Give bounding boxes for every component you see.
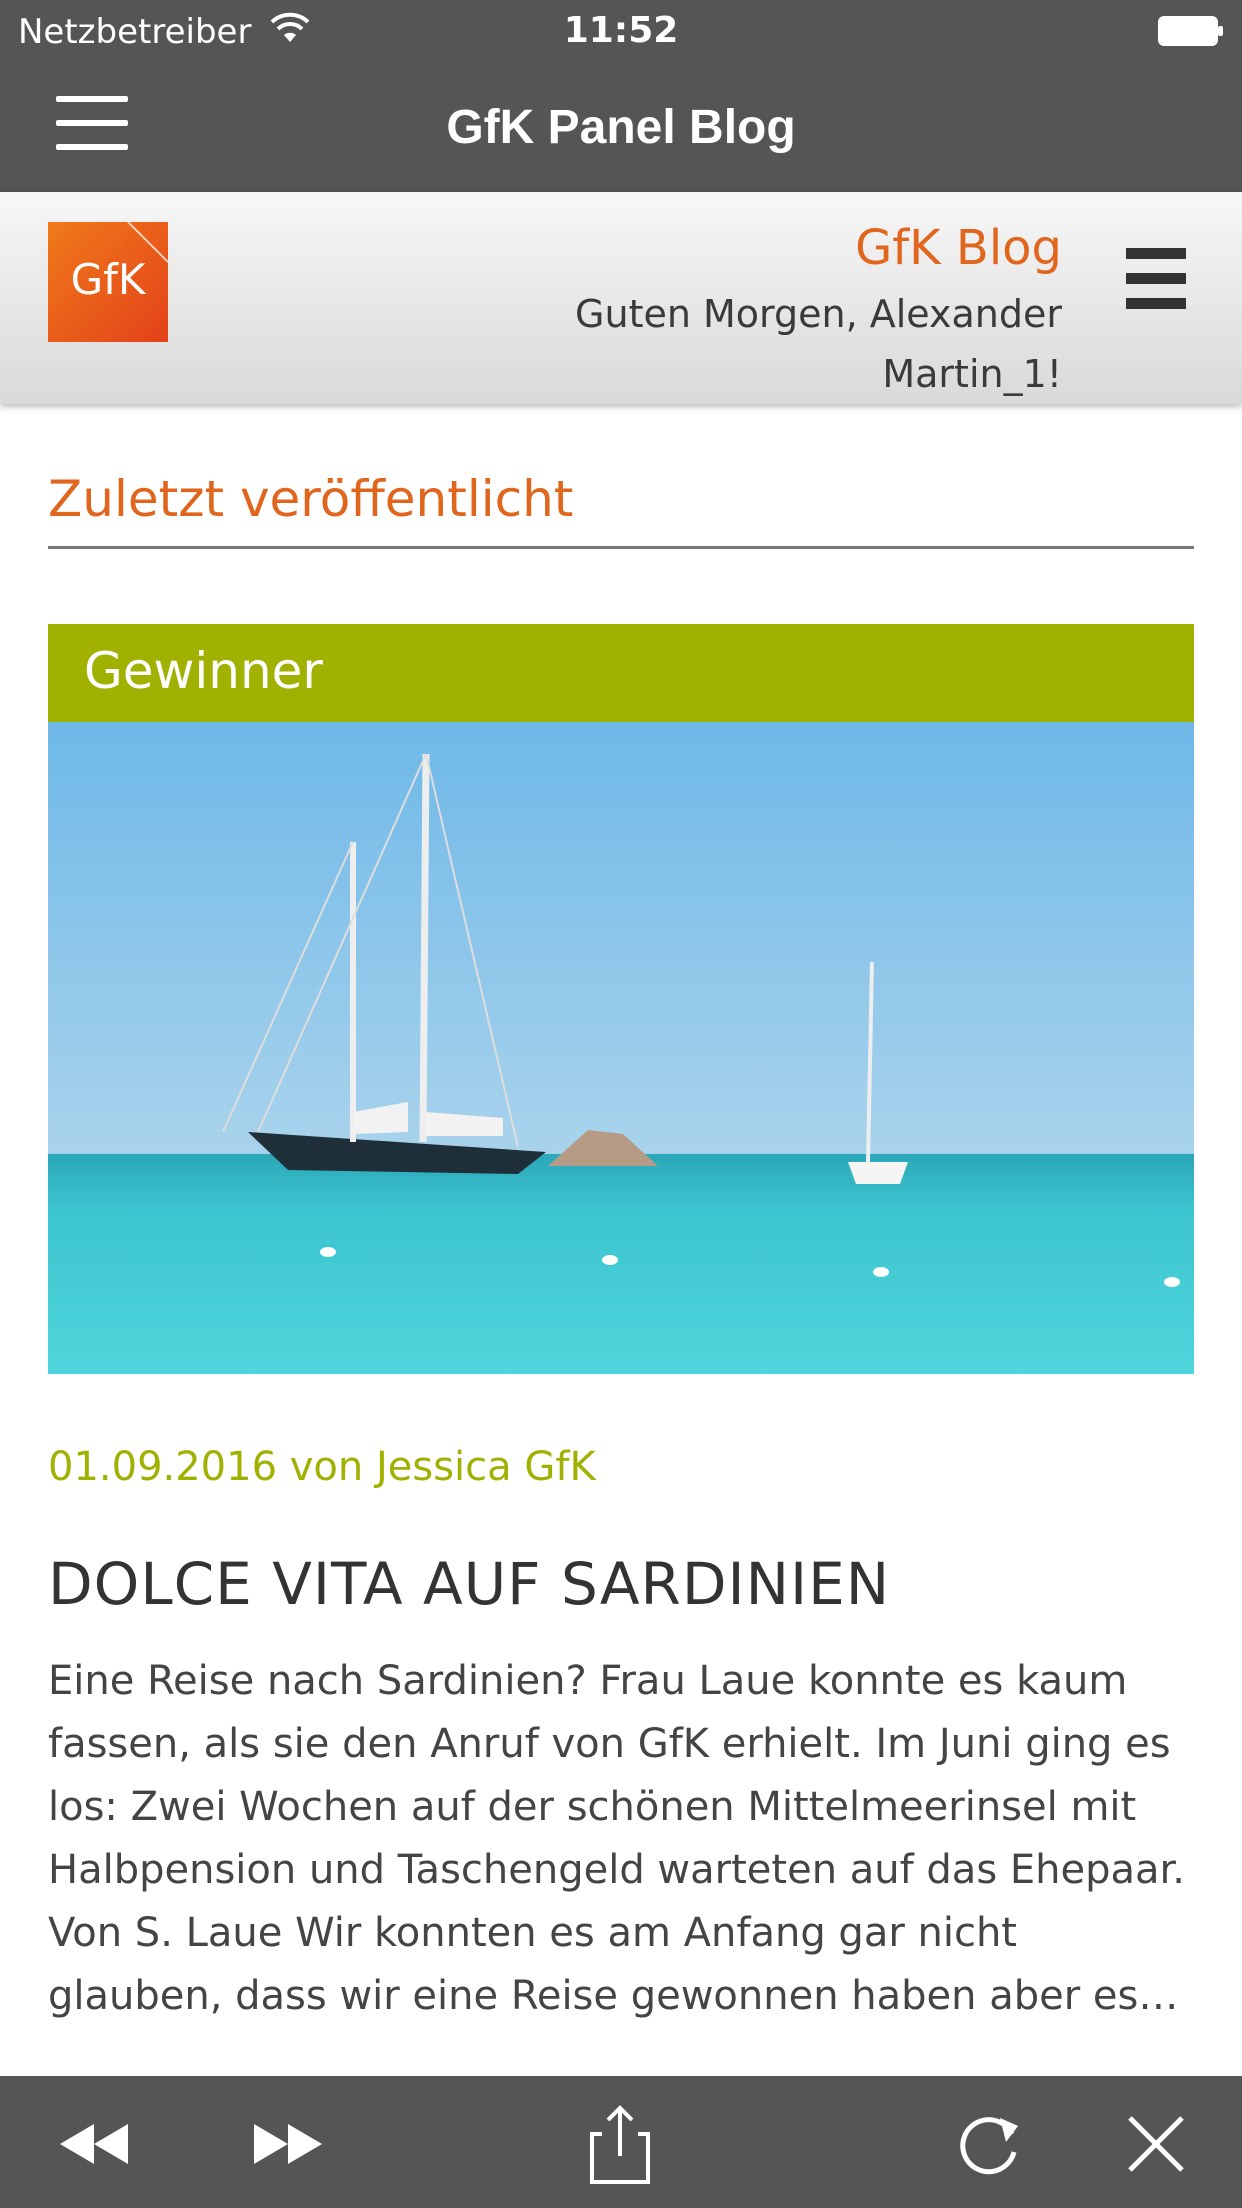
close-icon[interactable] bbox=[1116, 2104, 1196, 2184]
category-banner[interactable]: Gewinner bbox=[48, 624, 1194, 722]
post-excerpt: Eine Reise nach Sardinien? Frau Laue kon… bbox=[48, 1658, 1186, 2019]
logo-text: GfK bbox=[71, 255, 147, 304]
greeting-text: Guten Morgen, Alexander Martin_1! bbox=[575, 292, 1062, 396]
hamburger-menu-icon[interactable] bbox=[1126, 248, 1186, 310]
section-title: Zuletzt veröffentlicht bbox=[48, 470, 574, 528]
blog-link[interactable]: GfK Blog bbox=[855, 220, 1062, 276]
back-icon[interactable] bbox=[56, 2104, 136, 2184]
gfk-logo[interactable]: GfK bbox=[48, 222, 168, 342]
reload-icon[interactable] bbox=[950, 2104, 1030, 2184]
share-icon[interactable] bbox=[580, 2104, 660, 2184]
post-meta[interactable]: 01.09.2016 von Jessica GfK bbox=[48, 1444, 596, 1490]
category-label: Gewinner bbox=[84, 642, 323, 700]
status-bar: Netzbetreiber 11:52 bbox=[0, 0, 1242, 62]
site-header: GfK GfK Blog Guten Morgen, Alexander Mar… bbox=[0, 192, 1242, 404]
battery-icon bbox=[1158, 16, 1223, 46]
app-bar: GfK Panel Blog bbox=[0, 62, 1242, 192]
forward-icon[interactable] bbox=[246, 2104, 326, 2184]
post-title[interactable]: DOLCE VITA AUF SARDINIEN bbox=[48, 1550, 890, 1618]
browser-toolbar bbox=[0, 2076, 1242, 2208]
section-divider bbox=[48, 546, 1194, 549]
app-title: GfK Panel Blog bbox=[446, 101, 796, 154]
post-image[interactable] bbox=[48, 722, 1194, 1374]
status-time: 11:52 bbox=[563, 10, 679, 51]
